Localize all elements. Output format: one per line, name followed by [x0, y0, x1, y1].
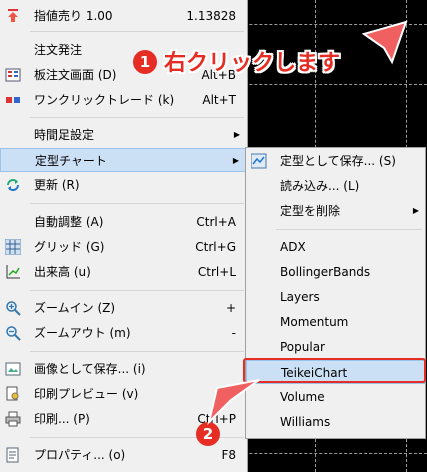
- menu-item-label: 注文発注: [34, 43, 83, 57]
- highlight-box: [243, 358, 426, 383]
- step-1-pointer-arrow-icon: [362, 20, 408, 65]
- menu-item-label: 更新 (R): [34, 178, 80, 192]
- menu-item-label: 指値売り 1.00: [34, 9, 113, 23]
- menu-item-shortcut: F8: [221, 448, 236, 462]
- menu-item-label: Popular: [280, 340, 325, 354]
- print-preview-icon: [6, 386, 19, 401]
- menu-item-label: ズームイン (Z): [34, 301, 116, 315]
- menu-item-shortcut: Alt+T: [202, 93, 236, 107]
- submenu-arrow-icon: ▶: [233, 130, 240, 139]
- menu-separator: [30, 117, 244, 118]
- menu-item-label: 印刷... (P): [34, 412, 90, 426]
- submenu-arrow-icon: ▶: [412, 206, 419, 215]
- menu-separator: [30, 351, 244, 352]
- submenu-item-template[interactable]: Volume: [246, 385, 425, 409]
- zoom-out-icon: [6, 326, 21, 341]
- menu-item-sell-limit[interactable]: 指値売り 1.00 1.13828: [0, 4, 246, 28]
- step-1-instruction: 右クリックします: [164, 51, 341, 76]
- menu-item-zoom-in[interactable]: ズームイン (Z) +: [0, 296, 246, 320]
- menu-item-shortcut: Ctrl+A: [196, 215, 236, 229]
- submenu-item-load-template[interactable]: 読み込み... (L): [246, 174, 425, 198]
- menu-separator: [276, 229, 422, 230]
- menu-item-shortcut: 1.13828: [186, 9, 236, 23]
- save-image-icon: [5, 362, 21, 376]
- menu-item-label: Volume: [280, 390, 325, 404]
- submenu-item-template[interactable]: ADX: [246, 235, 425, 259]
- submenu-item-remove-template[interactable]: 定型を削除 ▶: [246, 199, 425, 223]
- menu-item-label: Williams: [280, 415, 331, 429]
- submenu-arrow-icon: ▶: [232, 156, 239, 165]
- menu-item-auto-scroll[interactable]: 自動調整 (A) Ctrl+A: [0, 210, 246, 234]
- menu-item-grid[interactable]: グリッド (G) Ctrl+G: [0, 235, 246, 259]
- order-book-icon: [5, 68, 21, 82]
- properties-icon: [6, 447, 19, 463]
- menu-item-refresh[interactable]: 更新 (R): [0, 173, 246, 197]
- menu-item-shortcut: +: [225, 301, 236, 315]
- menu-item-label: 定型を削除: [280, 204, 341, 218]
- submenu-item-save-template[interactable]: 定型として保存... (S): [246, 149, 425, 173]
- menu-item-one-click-trading[interactable]: ワンクリックトレード (k) Alt+T: [0, 88, 246, 112]
- menu-item-label: 印刷プレビュー (v): [34, 387, 139, 401]
- menu-item-shortcut: -: [231, 326, 236, 340]
- step-1-badge: 1: [133, 50, 157, 74]
- menu-item-label: ズームアウト (m): [34, 326, 131, 340]
- menu-item-shortcut: Ctrl+L: [197, 265, 236, 279]
- menu-item-label: 自動調整 (A): [34, 215, 104, 229]
- sell-limit-arrow-icon: [8, 9, 18, 22]
- submenu-item-template[interactable]: Williams: [246, 410, 425, 434]
- menu-item-volumes[interactable]: 出来高 (u) Ctrl+L: [0, 260, 246, 284]
- menu-item-label: 定型チャート: [35, 154, 107, 168]
- menu-item-properties[interactable]: プロパティ... (o) F8: [0, 443, 246, 467]
- menu-item-shortcut: Ctrl+G: [195, 240, 236, 254]
- save-template-icon: [251, 153, 267, 169]
- menu-item-label: グリッド (G): [34, 240, 105, 254]
- menu-item-label: 読み込み... (L): [280, 179, 360, 193]
- menu-separator: [30, 290, 244, 291]
- menu-item-label: 時間足設定: [34, 128, 95, 142]
- menu-item-label: 出来高 (u): [34, 265, 91, 279]
- print-icon: [5, 411, 21, 427]
- zoom-in-icon: [6, 301, 21, 316]
- submenu-item-template[interactable]: Momentum: [246, 310, 425, 334]
- menu-separator: [30, 203, 244, 204]
- menu-item-label: 定型として保存... (S): [280, 154, 396, 168]
- submenu-item-template[interactable]: Popular: [246, 335, 425, 359]
- menu-item-label: 画像として保存... (i): [34, 362, 146, 376]
- submenu-item-template[interactable]: Layers: [246, 285, 425, 309]
- menu-item-zoom-out[interactable]: ズームアウト (m) -: [0, 321, 246, 345]
- menu-item-label: Momentum: [280, 315, 349, 329]
- menu-item-template[interactable]: 定型チャート ▶: [0, 148, 246, 172]
- volume-icon: [6, 265, 20, 279]
- submenu-item-template[interactable]: BollingerBands: [246, 260, 425, 284]
- template-submenu: 定型として保存... (S) 読み込み... (L) 定型を削除 ▶ ADX B…: [245, 147, 426, 439]
- menu-item-label: BollingerBands: [280, 265, 371, 279]
- refresh-icon: [7, 179, 19, 191]
- menu-item-label: ワンクリックトレード (k): [34, 93, 175, 107]
- menu-item-label: プロパティ... (o): [34, 448, 126, 462]
- menu-item-label: ADX: [280, 240, 306, 254]
- one-click-trading-icon: [6, 97, 20, 103]
- grid-icon: [5, 239, 21, 255]
- menu-item-timeframes[interactable]: 時間足設定 ▶: [0, 123, 246, 147]
- menu-separator: [30, 31, 244, 32]
- step-2-pointer-arrow-icon: [207, 379, 260, 426]
- menu-item-label: 板注文画面 (D): [34, 68, 117, 82]
- menu-item-label: Layers: [280, 290, 320, 304]
